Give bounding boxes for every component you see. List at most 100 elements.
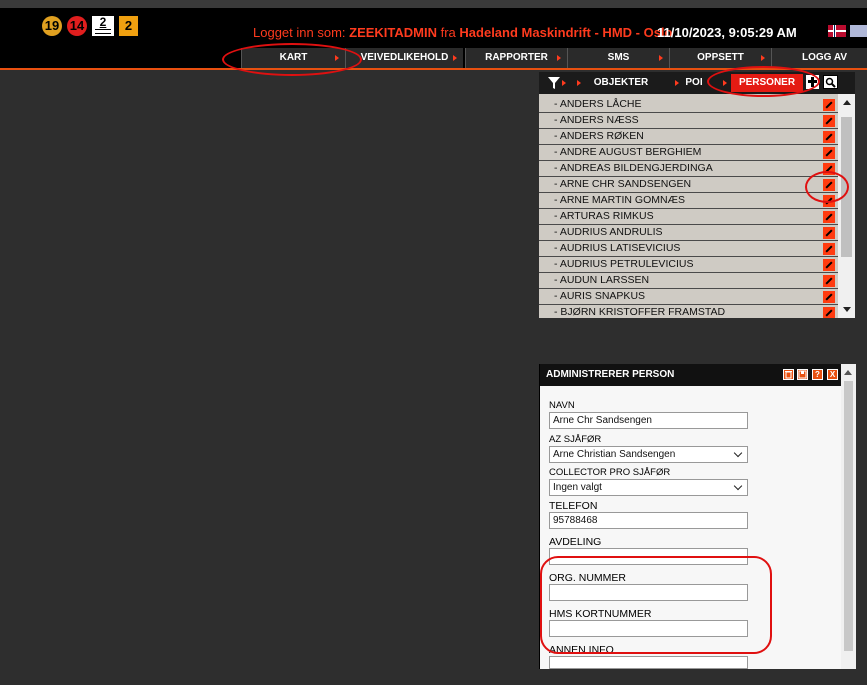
object-panel: OBJEKTER POI PERSONER - ANDERS LÅCHE - A… bbox=[539, 72, 855, 318]
close-button[interactable]: X bbox=[827, 369, 838, 380]
list-item[interactable]: - BJØRN KRISTOFFER FRAMSTAD bbox=[539, 305, 838, 318]
menu-logg-av[interactable]: LOGG AV bbox=[771, 48, 867, 68]
filter-button[interactable] bbox=[545, 74, 571, 92]
login-mid: fra bbox=[437, 25, 460, 40]
scrollbar-thumb[interactable] bbox=[844, 381, 853, 651]
list-item[interactable]: - ANDERS RØKEN bbox=[539, 129, 838, 145]
list-item[interactable]: - ARNE CHR SANDSENGEN bbox=[539, 177, 838, 193]
edit-icon[interactable] bbox=[823, 291, 835, 303]
list-item[interactable]: - ANDRE AUGUST BERGHIEM bbox=[539, 145, 838, 161]
person-name: - ANDERS LÅCHE bbox=[554, 98, 642, 110]
edit-icon[interactable] bbox=[823, 243, 835, 255]
alert-count-red-badge[interactable]: 14 bbox=[67, 16, 87, 36]
norwegian-flag-icon[interactable] bbox=[828, 25, 846, 37]
edit-icon[interactable] bbox=[823, 147, 835, 159]
list-item[interactable]: - ANDERS NÆSS bbox=[539, 113, 838, 129]
save-button[interactable] bbox=[797, 369, 808, 380]
edit-icon[interactable] bbox=[823, 227, 835, 239]
edit-icon[interactable] bbox=[823, 179, 835, 191]
department-label: AVDELING bbox=[549, 536, 602, 548]
edit-icon[interactable] bbox=[823, 163, 835, 175]
tab-arrow-icon bbox=[577, 80, 581, 86]
edit-icon[interactable] bbox=[823, 99, 835, 111]
add-person-button[interactable] bbox=[806, 75, 819, 89]
list-item[interactable]: - ANDERS LÅCHE bbox=[539, 97, 838, 113]
edit-icon[interactable] bbox=[823, 131, 835, 143]
tab-objects-label: OBJEKTER bbox=[593, 77, 649, 88]
edit-icon[interactable] bbox=[823, 307, 835, 318]
delete-button[interactable] bbox=[783, 369, 794, 380]
plus-icon-bar bbox=[808, 80, 817, 83]
list-item[interactable]: - AUDRIUS LATISEVICIUS bbox=[539, 241, 838, 257]
org-number-label: ORG. NUMMER bbox=[549, 572, 626, 584]
hms-card-number-field[interactable] bbox=[549, 620, 748, 637]
list-item[interactable]: - ARTURAS RIMKUS bbox=[539, 209, 838, 225]
search-button[interactable] bbox=[823, 75, 838, 89]
message-count-badge[interactable]: 2 bbox=[92, 16, 114, 36]
filter-arrow-icon bbox=[562, 80, 566, 86]
list-item[interactable]: - AURIS SNAPKUS bbox=[539, 289, 838, 305]
login-info: Logget inn som: ZEEKITADMIN fra Hadeland… bbox=[253, 25, 672, 40]
collector-driver-select[interactable]: Ingen valgt bbox=[549, 479, 748, 496]
scroll-down-icon[interactable] bbox=[843, 307, 851, 312]
person-name: - ANDERS NÆSS bbox=[554, 114, 639, 126]
menu-arrow-icon bbox=[659, 55, 663, 61]
main-menu: KART VEIVEDLIKEHOLD RAPPORTER SMS OPPSET… bbox=[0, 48, 867, 68]
person-name: - BJØRN KRISTOFFER FRAMSTAD bbox=[554, 306, 726, 318]
tab-persons[interactable]: PERSONER bbox=[731, 74, 803, 92]
collector-driver-label: COLLECTOR PRO SJÅFØR bbox=[549, 467, 671, 478]
menu-veivedlikehold[interactable]: VEIVEDLIKEHOLD bbox=[345, 48, 463, 68]
person-name: - ANDERS RØKEN bbox=[554, 130, 644, 142]
admin-panel-scrollbar[interactable] bbox=[841, 364, 856, 669]
person-list-scrollbar[interactable] bbox=[838, 94, 855, 318]
other-info-field[interactable] bbox=[549, 656, 748, 669]
tab-poi[interactable]: POI bbox=[671, 74, 717, 92]
org-number-field[interactable] bbox=[549, 584, 748, 601]
menu-arrow-icon bbox=[557, 55, 561, 61]
edit-icon[interactable] bbox=[823, 211, 835, 223]
edit-icon[interactable] bbox=[823, 259, 835, 271]
list-item[interactable]: - ARNE MARTIN GOMNÆS bbox=[539, 193, 838, 209]
phone-field[interactable]: 95788468 bbox=[549, 512, 748, 529]
object-tabbar: OBJEKTER POI PERSONER bbox=[539, 72, 855, 94]
menu-rapporter[interactable]: RAPPORTER bbox=[465, 48, 567, 68]
task-count-badge[interactable]: 2 bbox=[119, 16, 138, 36]
login-user: ZEEKITADMIN bbox=[349, 25, 437, 40]
list-item[interactable]: - AUDUN LARSSEN bbox=[539, 273, 838, 289]
scroll-up-icon[interactable] bbox=[844, 370, 852, 375]
list-item[interactable]: - AUDRIUS PETRULEVICIUS bbox=[539, 257, 838, 273]
help-button[interactable]: ? bbox=[812, 369, 823, 380]
person-name: - ARNE CHR SANDSENGEN bbox=[554, 178, 692, 190]
list-item[interactable]: - AUDRIUS ANDRULIS bbox=[539, 225, 838, 241]
menu-kart-label: KART bbox=[279, 52, 308, 63]
menu-logg-av-label: LOGG AV bbox=[802, 52, 847, 63]
collector-driver-value: Ingen valgt bbox=[553, 482, 602, 493]
tab-objects[interactable]: OBJEKTER bbox=[573, 74, 669, 92]
menu-sms[interactable]: SMS bbox=[567, 48, 669, 68]
english-flag-icon[interactable] bbox=[850, 25, 867, 37]
az-driver-value: Arne Christian Sandsengen bbox=[553, 449, 676, 460]
edit-icon[interactable] bbox=[823, 195, 835, 207]
person-name: - ANDRE AUGUST BERGHIEM bbox=[554, 146, 702, 158]
person-name: - AURIS SNAPKUS bbox=[554, 290, 646, 302]
edit-icon[interactable] bbox=[823, 115, 835, 127]
menu-sms-label: SMS bbox=[607, 52, 630, 63]
edit-icon[interactable] bbox=[823, 275, 835, 287]
department-field[interactable] bbox=[549, 548, 748, 565]
alert-count-yellow-badge[interactable]: 19 bbox=[42, 16, 62, 36]
person-name: - ARTURAS RIMKUS bbox=[554, 210, 654, 222]
az-driver-select[interactable]: Arne Christian Sandsengen bbox=[549, 446, 748, 463]
filter-icon bbox=[548, 77, 560, 89]
admin-panel-header: ADMINISTRERER PERSON ? X bbox=[540, 364, 856, 386]
scrollbar-thumb[interactable] bbox=[841, 117, 852, 257]
person-list: - ANDERS LÅCHE - ANDERS NÆSS - ANDERS RØ… bbox=[539, 97, 838, 318]
name-field[interactable]: Arne Chr Sandsengen bbox=[549, 412, 748, 429]
scroll-up-icon[interactable] bbox=[843, 100, 851, 105]
menu-arrow-icon bbox=[453, 55, 457, 61]
floppy-disk-icon bbox=[798, 370, 807, 379]
top-strip bbox=[0, 0, 867, 8]
tab-arrow-icon bbox=[675, 80, 679, 86]
menu-oppsett[interactable]: OPPSETT bbox=[669, 48, 771, 68]
menu-kart[interactable]: KART bbox=[241, 48, 345, 68]
list-item[interactable]: - ANDREAS BILDENGJERDINGA bbox=[539, 161, 838, 177]
